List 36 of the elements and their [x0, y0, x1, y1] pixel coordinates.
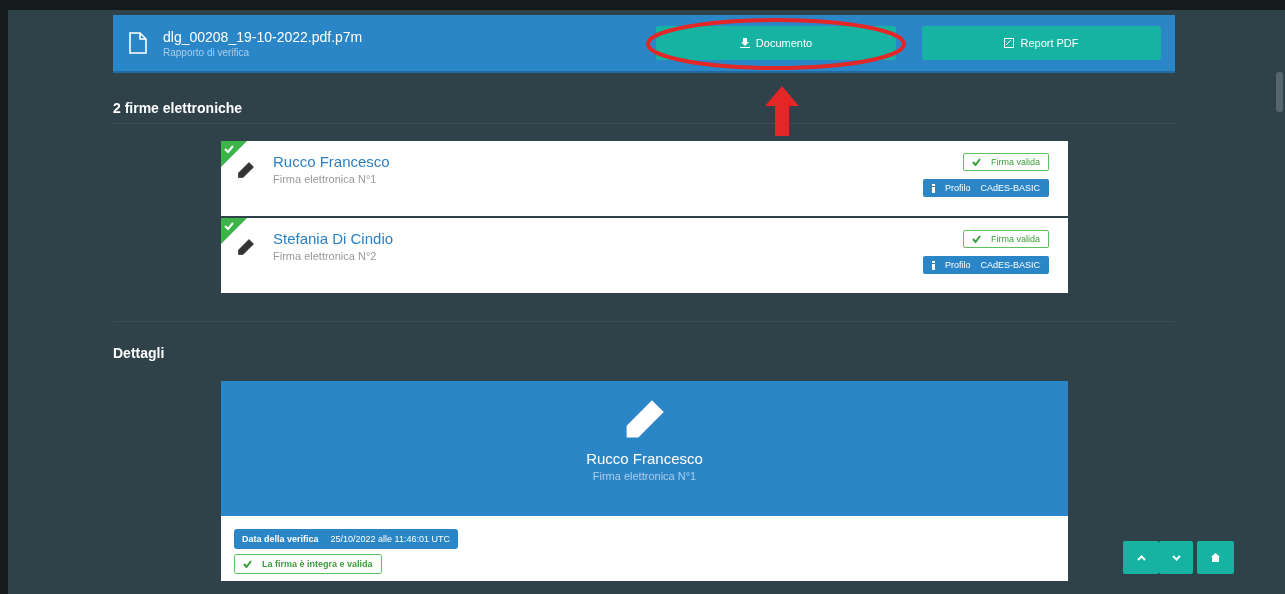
- download-icon: [739, 38, 750, 48]
- document-icon: [1004, 38, 1015, 48]
- download-button[interactable]: Documento: [656, 26, 896, 60]
- section-heading: Dettagli: [113, 345, 165, 361]
- signature-number: Firma elettronica N°2: [273, 250, 378, 262]
- report-button[interactable]: Report PDF: [922, 26, 1161, 60]
- check-icon: [972, 235, 981, 243]
- status-badge: Firma valida: [963, 153, 1049, 171]
- scroll-down-button[interactable]: [1159, 541, 1193, 574]
- signature-number: Firma elettronica N°1: [592, 470, 697, 482]
- profile-badge: Profilo CAdES-BASIC: [922, 256, 1049, 274]
- signature-number: Firma elettronica N°1: [273, 173, 378, 185]
- status-badge: Firma valida: [963, 230, 1049, 248]
- scroll-up-button[interactable]: [1123, 541, 1159, 574]
- file-name: dlg_00208_19-10-2022.pdf.p7m: [163, 28, 363, 45]
- section-heading: 2 firme elettroniche: [113, 100, 243, 116]
- file-subtitle: Rapporto di verifica: [163, 46, 251, 58]
- chevron-up-icon: [1136, 554, 1146, 561]
- signer-name[interactable]: Rucco Francesco: [273, 153, 390, 170]
- home-button[interactable]: [1197, 541, 1234, 574]
- scrollbar-thumb[interactable]: [1276, 72, 1283, 112]
- file-icon: [129, 32, 147, 54]
- pencil-icon: [237, 238, 255, 256]
- signer-name: Rucco Francesco: [586, 450, 703, 467]
- check-icon: [972, 158, 981, 166]
- date-badge: Data della verifica 25/10/2022 alle 11:46:01 UTC: [234, 529, 458, 549]
- chevron-down-icon: [1171, 554, 1181, 561]
- pencil-icon: [237, 161, 255, 179]
- info-icon: [931, 260, 935, 270]
- info-icon: [931, 183, 935, 193]
- profile-badge: Profilo CAdES-BASIC: [922, 179, 1049, 197]
- home-icon: [1211, 553, 1220, 562]
- check-icon: [243, 560, 252, 568]
- signer-name[interactable]: Stefania Di Cindio: [273, 230, 394, 247]
- integrity-badge: La firma è integra e valida: [234, 554, 382, 574]
- annotation-arrow: [765, 86, 799, 136]
